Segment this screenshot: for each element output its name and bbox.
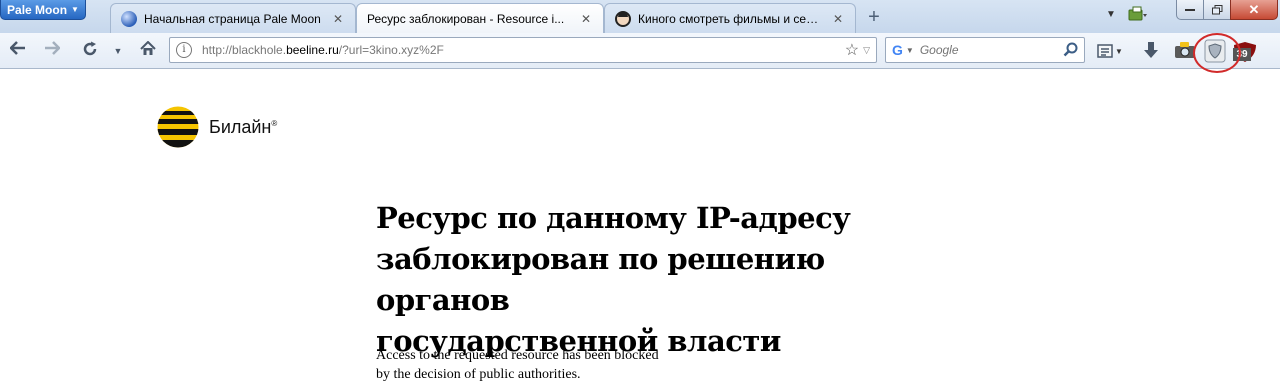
page-title: Ресурс по данному IP-адресу заблокирован… [376,198,936,362]
list-all-tabs-icon[interactable]: ▼ [1106,9,1116,20]
cover-icon [615,10,631,27]
history-dropdown-icon[interactable]: ▼ [108,41,128,61]
app-menu-button[interactable]: Pale Moon ▼ [0,0,86,20]
blocked-notice: Access to the requested resource has bee… [376,346,776,384]
google-icon[interactable]: G [892,42,903,58]
tab-kino[interactable]: Киного смотреть фильмы и сери... ✕ [604,3,856,33]
back-button[interactable] [8,41,28,61]
search-bar[interactable]: G ▼ [885,37,1085,63]
search-icon[interactable] [1062,41,1080,59]
reload-icon [83,41,97,56]
tab-pale-moon-start[interactable]: Начальная страница Pale Moon ✕ [110,3,356,33]
forward-button[interactable] [42,41,62,61]
chevron-down-icon: ▼ [1115,46,1123,56]
brand-text: Билайн [209,116,272,137]
close-tab-icon[interactable]: ✕ [331,12,345,26]
url-bar[interactable]: i http://blackhole.beeline.ru/?url=3kino… [169,37,877,63]
tab-resource-blocked[interactable]: Ресурс заблокирован - Resource i... ✕ [356,3,604,33]
download-icon[interactable] [1142,41,1160,61]
reload-button[interactable] [80,41,100,61]
tab-title: Ресурс заблокирован - Resource i... [367,11,565,26]
url-dropdown-icon[interactable]: ▽ [863,45,870,56]
chevron-down-icon: ▼ [71,5,79,14]
registered-mark: ® [271,118,278,128]
url-suffix: /?url=3kino.xyz%2F [338,43,444,57]
red-highlight-circle [1193,33,1241,73]
home-icon [140,40,156,55]
beeline-logo: Билайн® [157,106,277,148]
close-icon: ✕ [1248,1,1260,17]
close-window-button[interactable]: ✕ [1230,0,1278,20]
tab-title: Начальная страница Pale Moon [144,11,321,26]
bookmarks-menu-button[interactable]: ▼ [1097,42,1125,60]
star-icon[interactable]: ☆ [845,40,859,60]
close-tab-icon[interactable]: ✕ [579,12,593,26]
navigation-toolbar: ▼ i http://blackhole.beeline.ru/?url=3ki… [0,33,1280,69]
home-button[interactable] [138,40,158,61]
notice-line: Access to the requested resource has bee… [376,348,659,363]
minimize-button[interactable] [1176,0,1204,20]
minimize-icon [1185,8,1195,11]
arrow-left-icon [9,41,25,55]
arrow-right-icon [45,41,61,55]
title-line: Ресурс по данному IP-адресу [376,201,851,235]
search-input[interactable] [919,43,1062,57]
beeline-logo-icon [157,106,199,148]
tab-strip: Pale Moon ▼ Начальная страница Pale Moon… [0,0,1280,33]
restore-icon [1211,4,1222,14]
restore-button[interactable] [1203,0,1231,20]
url-prefix: http://blackhole. [202,43,287,57]
notice-line: by the decision of public authorities. [376,367,581,382]
globe-icon [121,10,137,27]
app-menu-label: Pale Moon [7,2,68,17]
title-line: заблокирован по решению органов [376,242,825,317]
tab-title: Киного смотреть фильмы и сери... [638,11,824,26]
tab-groups-icon[interactable] [1128,6,1148,22]
url-text[interactable]: http://blackhole.beeline.ru/?url=3kino.x… [202,43,845,57]
new-tab-button[interactable]: + [862,6,886,28]
url-domain: beeline.ru [286,43,339,57]
close-tab-icon[interactable]: ✕ [831,12,845,26]
bookmarks-icon [1097,44,1113,58]
brand-name: Билайн® [209,117,277,138]
info-icon[interactable]: i [176,42,192,58]
chevron-down-icon[interactable]: ▼ [906,46,914,55]
